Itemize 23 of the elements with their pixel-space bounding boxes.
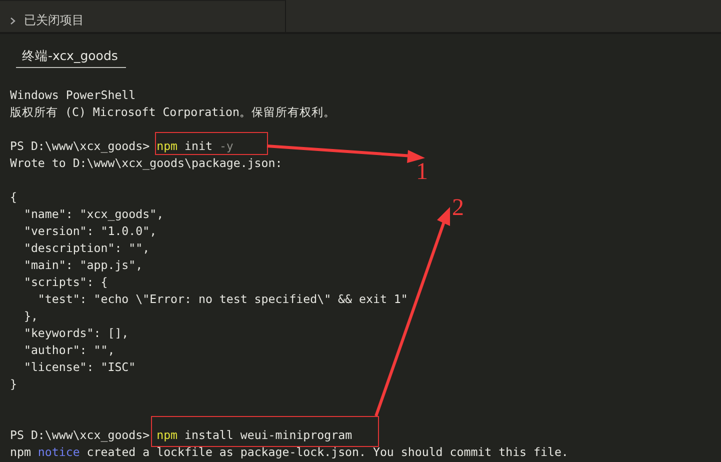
terminal-line: PS D:\www\xcx_goods> npm init -y: [10, 139, 234, 153]
terminal-line: }: [10, 377, 17, 391]
terminal-line: 版权所有 (C) Microsoft Corporation。保留所有权利。: [10, 105, 336, 119]
terminal-tab[interactable]: 终端-xcx_goods: [16, 48, 126, 68]
terminal-line: "name": "xcx_goods",: [22, 207, 164, 221]
terminal-line: },: [22, 309, 38, 323]
terminal-line: {: [10, 190, 17, 204]
terminal-line: PS D:\www\xcx_goods> npm install weui-miniprogram: [10, 428, 352, 442]
terminal-line: "author": "",: [22, 343, 115, 357]
chevron-icon: [10, 16, 16, 24]
terminal-line: "version": "1.0.0",: [22, 224, 157, 238]
terminal-line: "scripts": {: [22, 275, 108, 289]
annotation-number: 1: [416, 160, 428, 184]
terminal-line: npm notice created a lockfile as package-lock.json. You should commit this file.: [10, 445, 568, 459]
terminal-line: "description": "",: [22, 241, 150, 255]
terminal-line: "license": "ISC": [22, 360, 136, 374]
terminal-line: "main": "app.js",: [22, 258, 143, 272]
terminal-line: "test": "echo \"Error: no test specified\" && exit 1": [36, 292, 408, 306]
terminal-line: "keywords": [],: [22, 326, 129, 340]
closed-projects-section[interactable]: 已关闭项目: [10, 12, 84, 29]
terminal-line: Windows PowerShell: [10, 88, 136, 102]
annotation-number: 2: [452, 196, 464, 220]
terminal-line: Wrote to D:\www\xcx_goods\package.json:: [10, 156, 282, 170]
